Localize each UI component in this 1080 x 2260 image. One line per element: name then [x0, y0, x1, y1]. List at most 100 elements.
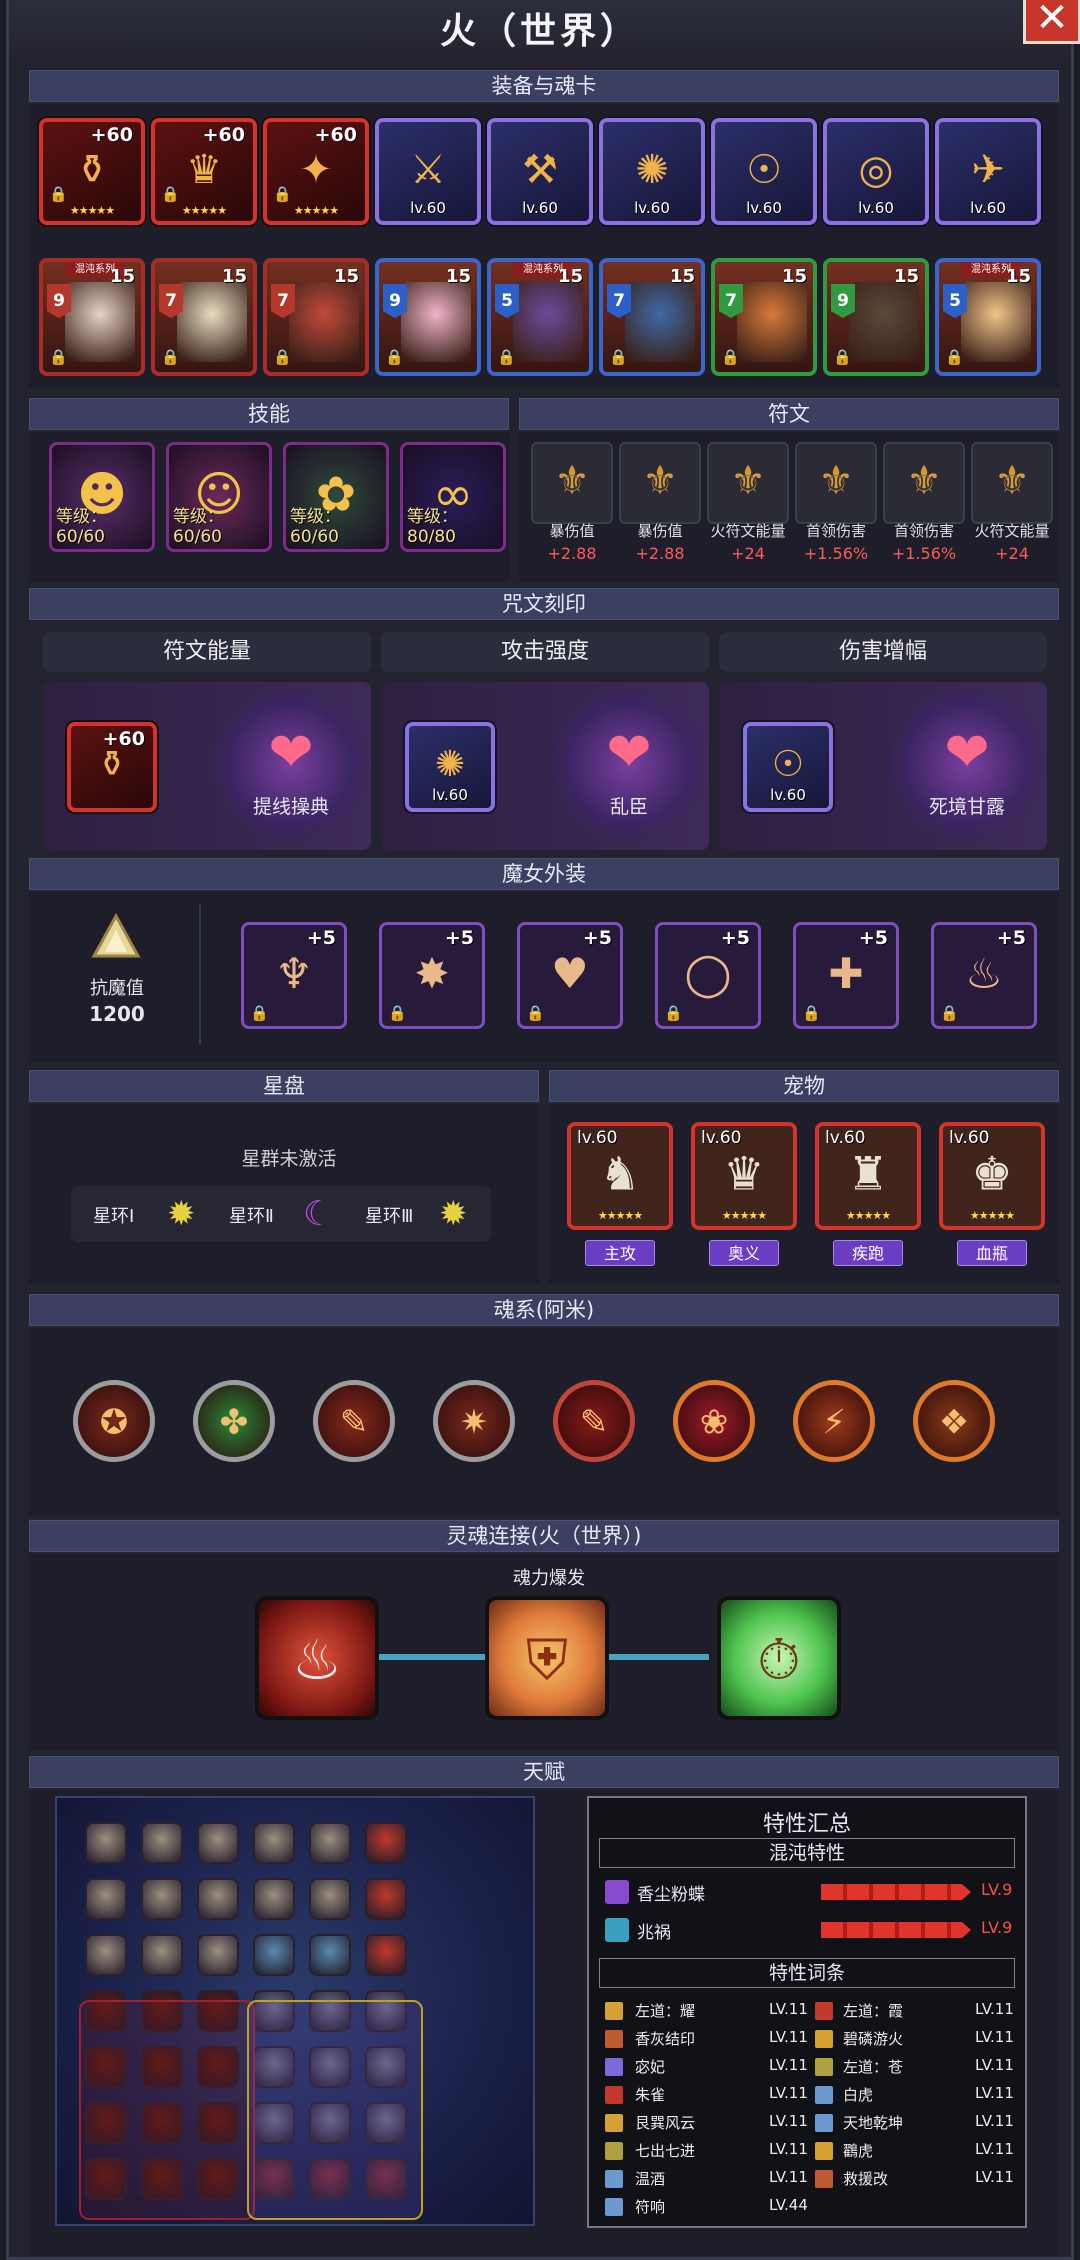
talent-node[interactable]: [365, 1822, 407, 1864]
talent-node[interactable]: [197, 1934, 239, 1976]
skill-slot-1[interactable]: ☻ 等级：60/60: [49, 442, 155, 552]
soulcard-portrait: [513, 282, 583, 362]
soulcard-8[interactable]: 15 9 🔒: [823, 258, 929, 376]
rune-slot-3[interactable]: ⚜: [707, 442, 789, 524]
soul-orb-4[interactable]: ✷: [433, 1380, 515, 1462]
equip-slot-4[interactable]: ⚔ lv.60: [375, 118, 481, 225]
lock-icon: 🔒: [945, 348, 964, 366]
talent-node[interactable]: [141, 1934, 183, 1976]
talent-node[interactable]: [253, 1934, 295, 1976]
equip-slot-1[interactable]: ⚱ +60 🔒 ★★★★★: [39, 118, 145, 225]
soulcard-level: 15: [109, 266, 135, 287]
soulcard-level: 15: [445, 266, 471, 287]
star-ring-3-icon[interactable]: ✹: [439, 1194, 468, 1234]
talent-node[interactable]: [85, 1822, 127, 1864]
outfit-slot-3[interactable]: ♥ +5 🔒: [517, 922, 623, 1029]
star-status: 星群未激活: [241, 1148, 337, 1170]
rune-slot-2[interactable]: ⚜: [619, 442, 701, 524]
talent-node[interactable]: [85, 1878, 127, 1920]
equip-slot-2[interactable]: ♛ +60 🔒 ★★★★★: [151, 118, 257, 225]
soul-orb-7[interactable]: ⚡: [793, 1380, 875, 1462]
equip-slot-3[interactable]: ✦ +60 🔒 ★★★★★: [263, 118, 369, 225]
soul-panel: [29, 1328, 1059, 1516]
equip-icon: ◎: [858, 146, 894, 193]
pet-slot-2[interactable]: ♛ lv.60 ★★★★★: [691, 1122, 797, 1230]
equip-slot-8[interactable]: ◎ lv.60: [823, 118, 929, 225]
outfit-slot-6[interactable]: ♨ +5 🔒: [931, 922, 1037, 1029]
rune-slot-5[interactable]: ⚜: [883, 442, 965, 524]
outfit-slot-4[interactable]: ◯ +5 🔒: [655, 922, 761, 1029]
equip-slot-7[interactable]: ☉ lv.60: [711, 118, 817, 225]
soul-orb-5[interactable]: ✎: [553, 1380, 635, 1462]
outfit-slot-1[interactable]: ♆ +5 🔒: [241, 922, 347, 1029]
star-ring-2-icon[interactable]: ☾: [303, 1194, 333, 1234]
talent-node[interactable]: [141, 1822, 183, 1864]
trait-name: 鸐虎: [843, 2142, 874, 2160]
talent-node[interactable]: [309, 1934, 351, 1976]
link-node-1[interactable]: ♨: [255, 1596, 379, 1720]
soul-orb-3[interactable]: ✎: [313, 1380, 395, 1462]
soul-orb-2[interactable]: ✤: [193, 1380, 275, 1462]
equip-slot-5[interactable]: ⚒ lv.60: [487, 118, 593, 225]
skill-slot-4[interactable]: ∞ 等级：80/80: [400, 442, 506, 552]
trait-name: 朱雀: [635, 2086, 666, 2104]
equip-icon: ♛: [186, 146, 222, 193]
shield-icon: ⛨: [526, 1628, 568, 1693]
soulcard-3[interactable]: 15 7 🔒: [263, 258, 369, 376]
soul-orb-6[interactable]: ❀: [673, 1380, 755, 1462]
soul-orb-icon: ❀: [699, 1402, 729, 1443]
pet-slot-1[interactable]: ♞ lv.60 ★★★★★: [567, 1122, 673, 1230]
skill-slot-2[interactable]: ☺ 等级：60/60: [166, 442, 272, 552]
engrave-item-1[interactable]: ⚱ +60: [67, 722, 157, 812]
talent-node[interactable]: [197, 1822, 239, 1864]
link-node-3[interactable]: ⏱: [717, 1596, 841, 1720]
rune-slot-4[interactable]: ⚜: [795, 442, 877, 524]
talent-node[interactable]: [253, 1822, 295, 1864]
section-outfit-header: 魔女外装: [29, 858, 1059, 890]
star-ring-label-1: 星环Ⅰ: [93, 1206, 135, 1227]
close-button[interactable]: ✕: [1023, 0, 1080, 44]
skill-slot-3[interactable]: ✿ 等级：60/60: [283, 442, 389, 552]
talent-node[interactable]: [309, 1822, 351, 1864]
talent-node[interactable]: [85, 1934, 127, 1976]
heart-gem-icon: ❤: [268, 719, 314, 783]
outfit-slot-5[interactable]: ✚ +5 🔒: [793, 922, 899, 1029]
engrave-item-2[interactable]: ✺ lv.60: [405, 722, 495, 812]
rune-name: 首领伤害: [893, 522, 954, 540]
talent-node[interactable]: [253, 1878, 295, 1920]
outfit-divider: [199, 904, 201, 1044]
star-ring-1-icon[interactable]: ✹: [167, 1194, 196, 1234]
talent-node[interactable]: [197, 1878, 239, 1920]
flame-spirit-icon: ♨: [291, 1628, 343, 1693]
equip-slot-9[interactable]: ✈ lv.60: [935, 118, 1041, 225]
soul-orb-8[interactable]: ❖: [913, 1380, 995, 1462]
equip-slot-6[interactable]: ✺ lv.60: [599, 118, 705, 225]
rune-slot-6[interactable]: ⚜: [971, 442, 1053, 524]
equip-icon: ✈: [971, 146, 1005, 193]
outfit-slot-2[interactable]: ✸ +5 🔒: [379, 922, 485, 1029]
soulcard-4[interactable]: 15 9 🔒: [375, 258, 481, 376]
rune-slot-1[interactable]: ⚜: [531, 442, 613, 524]
soulcard-badge: 9: [831, 284, 855, 318]
pet-slot-3[interactable]: ♜ lv.60 ★★★★★: [815, 1122, 921, 1230]
soulcard-9[interactable]: 混沌系列 15 5 🔒: [935, 258, 1041, 376]
talent-node[interactable]: [309, 1878, 351, 1920]
link-node-2[interactable]: ⛨: [485, 1596, 609, 1720]
talent-node[interactable]: [365, 1934, 407, 1976]
soulcard-5[interactable]: 混沌系列 15 5 🔒: [487, 258, 593, 376]
talent-node[interactable]: [141, 1878, 183, 1920]
pet-tag-2: 奥义: [709, 1240, 779, 1266]
soulcard-level: 15: [781, 266, 807, 287]
chaos-head: 混沌特性: [599, 1838, 1015, 1868]
soul-orb-1[interactable]: ✪: [73, 1380, 155, 1462]
trait-level: LV.11: [769, 2168, 808, 2186]
soulcard-7[interactable]: 15 7 🔒: [711, 258, 817, 376]
pet-slot-4[interactable]: ♚ lv.60 ★★★★★: [939, 1122, 1045, 1230]
outfit-plus: +5: [720, 927, 750, 949]
soulcard-1[interactable]: 混沌系列 15 9 🔒: [39, 258, 145, 376]
engrave-head-2: 攻击强度: [381, 632, 709, 672]
soulcard-2[interactable]: 15 7 🔒: [151, 258, 257, 376]
talent-node[interactable]: [365, 1878, 407, 1920]
soulcard-6[interactable]: 15 7 🔒: [599, 258, 705, 376]
engrave-item-3[interactable]: ☉ lv.60: [743, 722, 833, 812]
